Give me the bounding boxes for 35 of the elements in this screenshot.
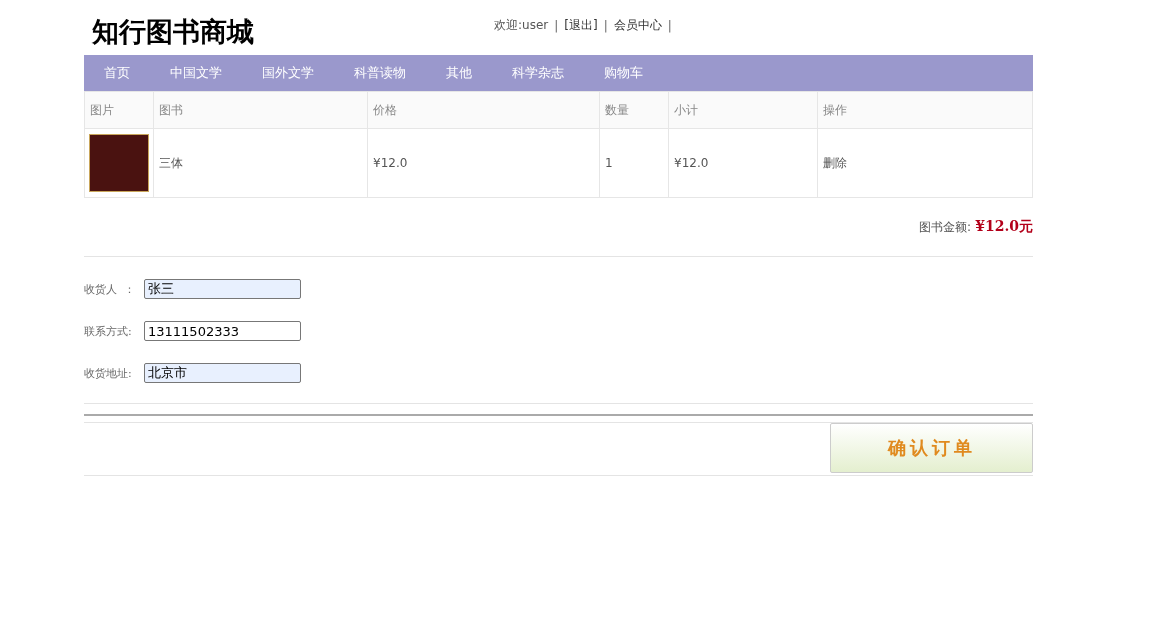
field-label: 收货地址:: [84, 365, 133, 381]
column-header: 小计: [668, 91, 818, 129]
table-cell: 三体: [153, 128, 368, 198]
table-cell: ¥12.0: [668, 128, 818, 198]
column-header: 图片: [84, 91, 154, 129]
nav-link[interactable]: 购物车: [604, 64, 643, 82]
column-header: 数量: [599, 91, 669, 129]
separator: |: [603, 18, 608, 33]
table-cell: ¥12.0: [367, 128, 600, 198]
nav-link[interactable]: 科学杂志: [512, 64, 564, 82]
input-field[interactable]: 13111502333: [144, 321, 301, 341]
book-cover-placeholder: [89, 134, 149, 192]
nav-link[interactable]: 首页: [104, 64, 130, 82]
column-header: 操作: [817, 91, 1033, 129]
nav-link[interactable]: 中国文学: [170, 64, 222, 82]
input-field[interactable]: 张三: [144, 279, 301, 299]
header-link[interactable]: [退出]: [564, 17, 598, 34]
nav-link[interactable]: 其他: [446, 64, 472, 82]
confirm-order-button[interactable]: 确认订单: [830, 423, 1033, 473]
column-header: 图书: [153, 91, 368, 129]
delete-link[interactable]: 删除: [823, 155, 847, 170]
site-logo: 知行图书商城: [92, 16, 254, 48]
field-label: 联系方式:: [84, 323, 133, 339]
header-link[interactable]: 会员中心: [613, 17, 662, 34]
input-field[interactable]: 北京市: [144, 363, 301, 383]
total-label: 图书金额:: [919, 219, 972, 236]
welcome-text: 欢迎:user: [494, 17, 549, 34]
total-amount: ¥12.0元: [975, 218, 1033, 236]
nav-link[interactable]: 科普读物: [354, 64, 406, 82]
field-label: 收货人 ：: [84, 281, 136, 297]
column-header: 价格: [367, 91, 600, 129]
nav-link[interactable]: 国外文学: [262, 64, 314, 82]
table-cell: 1: [599, 128, 669, 198]
separator: |: [554, 18, 559, 33]
separator: |: [667, 18, 672, 33]
